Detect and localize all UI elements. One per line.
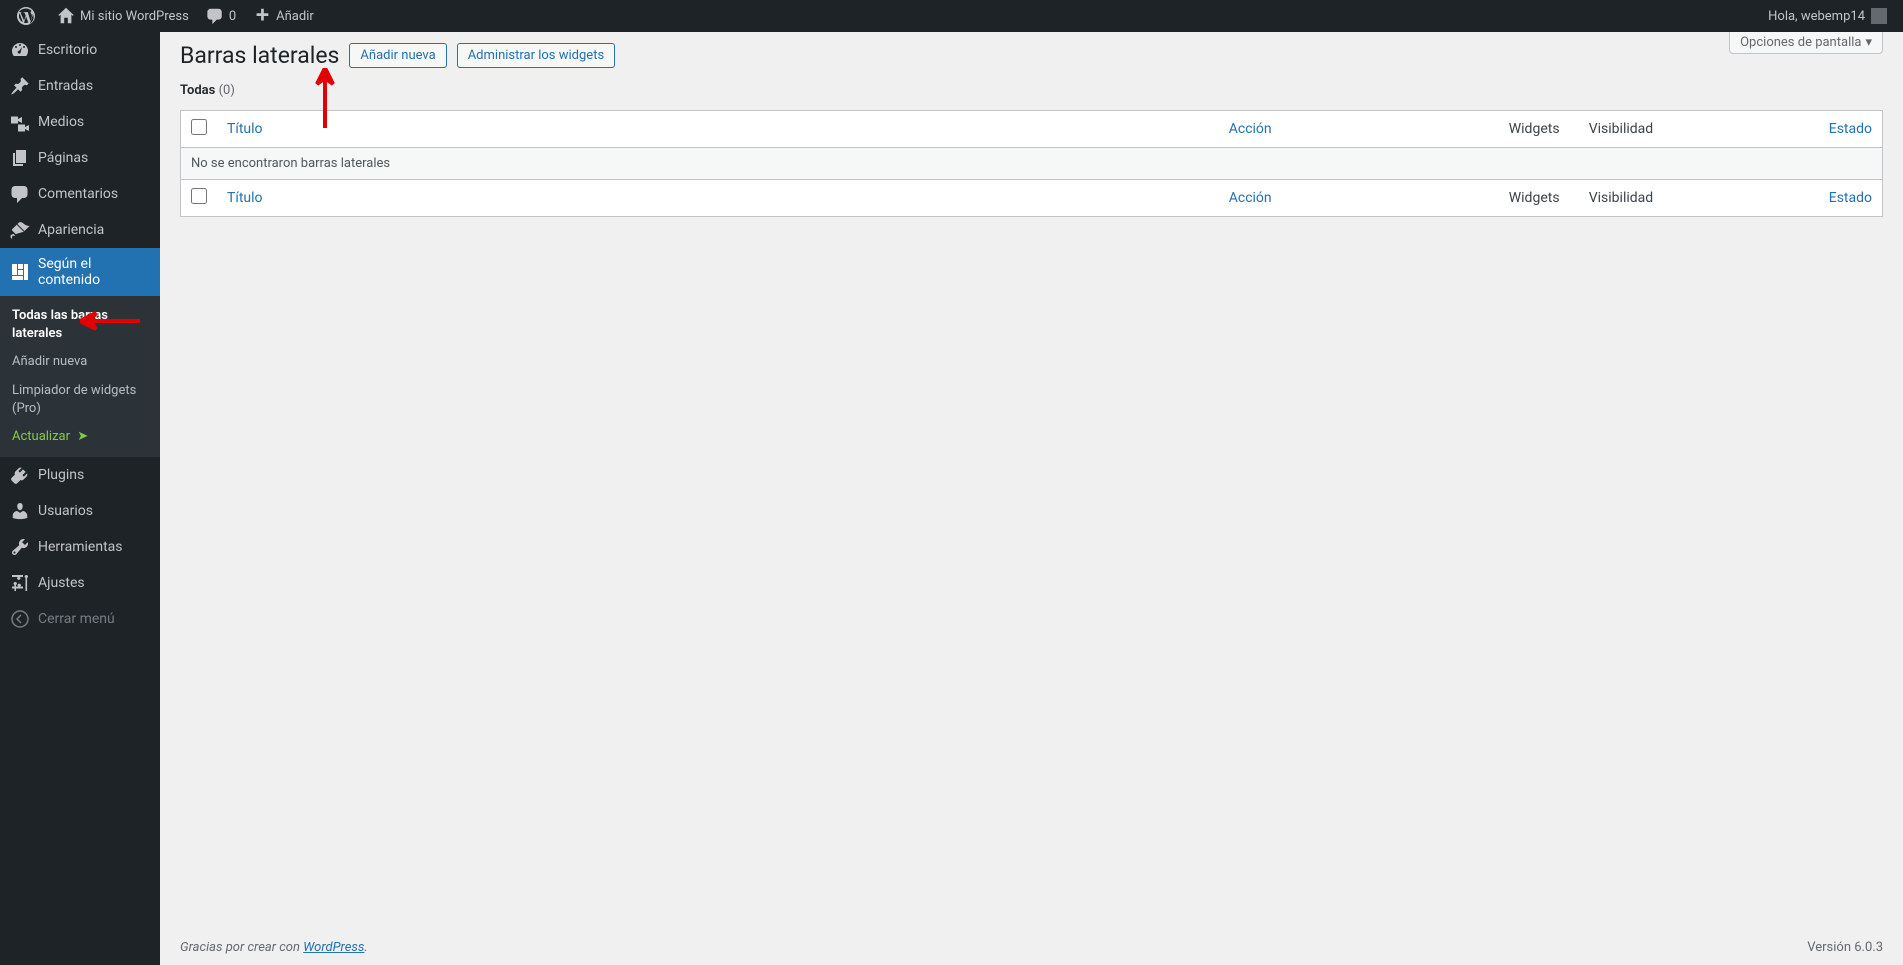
sidebar-item-label: Plugins (38, 467, 84, 483)
sidebar-item-label: Páginas (38, 150, 88, 166)
sidebar-item-media[interactable]: Medios (0, 104, 160, 140)
footer-thanks: Gracias por crear con WordPress. (180, 940, 368, 955)
col-action-foot[interactable]: Acción (1219, 180, 1499, 217)
sidebar-item-contentaware[interactable]: Según el contenido (0, 248, 160, 296)
adminbar-add-new[interactable]: Añadir (244, 0, 322, 32)
adminbar-greeting: Hola, webemp14 (1768, 9, 1865, 24)
sidebar-item-appearance[interactable]: Apariencia (0, 212, 160, 248)
sidebar-item-posts[interactable]: Entradas (0, 68, 160, 104)
home-icon (56, 6, 76, 26)
add-new-button[interactable]: Añadir nueva (349, 43, 446, 68)
col-action[interactable]: Acción (1219, 111, 1499, 148)
sliders-icon (10, 573, 30, 593)
avatar (1871, 8, 1887, 24)
wrench-icon (10, 537, 30, 557)
sidebar-item-users[interactable]: Usuarios (0, 493, 160, 529)
sidebar-item-label: Entradas (38, 78, 93, 94)
sidebar-item-pages[interactable]: Páginas (0, 140, 160, 176)
filter-all-count: (0) (219, 83, 235, 98)
collapse-icon (10, 609, 30, 629)
sidebar-item-label: Según el contenido (38, 256, 150, 288)
page-icon (10, 148, 30, 168)
sidebar-subitem-all[interactable]: Todas las barras laterales (0, 302, 160, 348)
footer-wp-link[interactable]: WordPress (303, 940, 364, 955)
col-widgets-foot: Widgets (1499, 180, 1579, 217)
col-visibility: Visibilidad (1579, 111, 1819, 148)
sidebars-table: Título Acción Widgets Visibilidad Estado… (180, 110, 1883, 217)
sidebar-item-label: Medios (38, 114, 84, 130)
sidebar-item-label: Herramientas (38, 539, 123, 555)
plus-icon (252, 6, 272, 26)
manage-widgets-button[interactable]: Administrar los widgets (457, 43, 615, 68)
media-icon (10, 112, 30, 132)
select-all-checkbox-top[interactable] (191, 119, 207, 135)
screen-options-tab[interactable]: Opciones de pantalla ▾ (1729, 32, 1883, 54)
comment-icon (205, 6, 225, 26)
col-title[interactable]: Título (217, 111, 1219, 148)
col-status-foot[interactable]: Estado (1819, 180, 1883, 217)
comment-icon (10, 184, 30, 204)
sidebar-submenu: Todas las barras laterales Añadir nueva … (0, 296, 160, 457)
empty-message: No se encontraron barras laterales (181, 148, 1883, 180)
footer-version: Versión 6.0.3 (1807, 940, 1883, 955)
col-visibility-foot: Visibilidad (1579, 180, 1819, 217)
user-icon (10, 501, 30, 521)
adminbar-comments[interactable]: 0 (197, 0, 244, 32)
adminbar-comments-count: 0 (229, 9, 236, 24)
adminbar-add-label: Añadir (276, 9, 314, 24)
sidebar-item-label: Comentarios (38, 186, 118, 202)
filter-all[interactable]: Todas (180, 83, 215, 98)
sidebar-item-tools[interactable]: Herramientas (0, 529, 160, 565)
sidebar-item-plugins[interactable]: Plugins (0, 457, 160, 493)
col-widgets: Widgets (1499, 111, 1579, 148)
layout-icon (10, 262, 30, 282)
sidebar-item-comments[interactable]: Comentarios (0, 176, 160, 212)
table-row-empty: No se encontraron barras laterales (181, 148, 1883, 180)
page-title: Barras laterales (180, 42, 339, 69)
chevron-down-icon: ▾ (1865, 35, 1872, 50)
adminbar-account[interactable]: Hola, webemp14 (1760, 0, 1895, 32)
sidebar-subitem-cleaner[interactable]: Limpiador de widgets (Pro) (0, 377, 160, 423)
sidebar-item-label: Usuarios (38, 503, 93, 519)
sidebar-item-label: Cerrar menú (38, 611, 115, 627)
sidebar-item-label: Escritorio (38, 42, 97, 58)
col-status[interactable]: Estado (1819, 111, 1883, 148)
arrow-right-icon: ➤ (74, 429, 88, 444)
sidebar-subitem-add[interactable]: Añadir nueva (0, 348, 160, 376)
sidebar-subitem-update[interactable]: Actualizar ➤ (0, 423, 160, 451)
select-all-checkbox-bottom[interactable] (191, 188, 207, 204)
adminbar-site-name: Mi sitio WordPress (80, 9, 189, 24)
dashboard-icon (10, 40, 30, 60)
adminbar-site-link[interactable]: Mi sitio WordPress (48, 0, 197, 32)
col-title-foot[interactable]: Título (217, 180, 1219, 217)
wordpress-icon (16, 6, 36, 26)
pin-icon (10, 76, 30, 96)
sidebar-item-collapse[interactable]: Cerrar menú (0, 601, 160, 637)
plugin-icon (10, 465, 30, 485)
sidebar-item-label: Apariencia (38, 222, 104, 238)
sidebar-item-settings[interactable]: Ajustes (0, 565, 160, 601)
sidebar-item-dashboard[interactable]: Escritorio (0, 32, 160, 68)
sidebar-item-label: Ajustes (38, 575, 85, 591)
brush-icon (10, 220, 30, 240)
screen-options-label: Opciones de pantalla (1740, 35, 1861, 50)
wp-logo[interactable] (8, 0, 48, 32)
list-filter: Todas (0) (180, 83, 1883, 98)
